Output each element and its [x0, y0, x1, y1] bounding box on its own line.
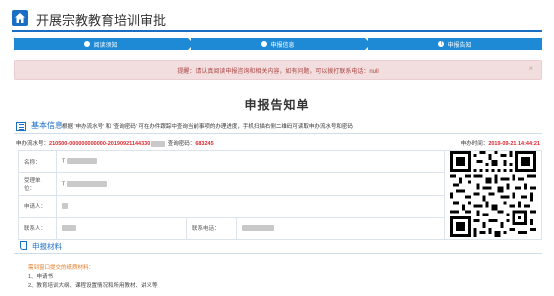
application-info-table: 名称： T 受理单位： T 申请人： 联系人： 联系电话：	[18, 149, 542, 241]
redacted-block	[151, 140, 166, 147]
step-label: 申报信息	[270, 42, 295, 49]
redacted-block	[62, 202, 68, 209]
phone-value	[236, 216, 445, 241]
home-icon[interactable]	[12, 10, 28, 26]
document-icon	[20, 241, 27, 250]
unit-value-text: T	[62, 181, 66, 188]
serial-info: 申办流水号：210500-000000000000-20190921144330…	[16, 139, 214, 147]
step-progress: 阅读须知 申报信息 ! 申报告知	[14, 38, 542, 50]
applicant-label: 申请人：	[18, 194, 57, 218]
materials-intro: 需到窗口提交的纸质材料：	[28, 265, 95, 271]
qr-code-cell	[444, 150, 542, 240]
step-label: 阅读须知	[93, 42, 118, 49]
phone-label: 联系电话：	[186, 216, 237, 241]
basic-info-hint: 根据 '申办流水号' 和 '查询密码' 可在办件跟踪中查询当前事项的办理进度，手…	[62, 124, 353, 130]
page-title: 申报告知单	[244, 98, 310, 112]
application-meta: 申办流水号：210500-000000000000-20190921144330…	[14, 139, 542, 149]
name-value: T	[56, 149, 445, 174]
materials-list: 需到窗口提交的纸质材料： 1、申请书 2、教育培训大纲、课程设置情况和所用教材、…	[28, 264, 158, 291]
alert-text: 提醒：请认真阅读申报咨询和相关内容，如有问题，可以拨打联系电话：null	[177, 69, 379, 75]
serial-label: 申办流水号：	[16, 141, 50, 147]
name-value-text: T	[62, 158, 66, 165]
application-time: 2019-09-21 14:44:21	[488, 141, 540, 147]
redacted-block	[62, 225, 76, 232]
step-application-info[interactable]: 申报信息	[191, 38, 371, 50]
redacted-block	[242, 225, 274, 232]
contact-value	[56, 216, 187, 241]
table-row: 名称： T	[18, 149, 542, 240]
step-application-notice[interactable]: ! 申报告知	[368, 38, 542, 50]
time-info: 申办时间：2019-09-21 14:44:21	[461, 139, 540, 147]
redacted-block	[66, 158, 97, 165]
reminder-alert: 提醒：请认真阅读申报咨询和相关内容，如有问题，可以拨打联系电话：null ×	[14, 60, 542, 80]
qr-code-icon	[450, 151, 536, 237]
password-label: 查询密码：	[167, 141, 196, 147]
unit-value: T	[56, 172, 445, 196]
basic-info-label: 基本信息	[31, 121, 63, 130]
step-marker-icon	[261, 41, 268, 47]
close-icon[interactable]: ×	[528, 64, 533, 73]
list-icon	[16, 122, 26, 131]
step-read-notice[interactable]: 阅读须知	[14, 38, 194, 50]
basic-info-header: 基本信息 根据 '申办流水号' 和 '查询密码' 可在办件跟踪中查询当前事项的办…	[14, 120, 542, 134]
app-title: 开展宗教教育培训审批	[36, 13, 167, 28]
materials-label: 申报材料	[32, 242, 62, 251]
redacted-block	[66, 180, 107, 187]
step-label: 申报告知	[447, 42, 472, 49]
title-bar: 开展宗教教育培训审批	[12, 8, 542, 32]
list-item: 1、申请书	[28, 274, 54, 280]
serial-number: 210500-000000000000-20190921144330	[49, 141, 151, 147]
name-label: 名称：	[18, 149, 57, 174]
materials-header: 申报材料	[14, 238, 542, 254]
unit-label: 受理单位：	[18, 172, 57, 196]
step-marker-icon	[84, 41, 91, 47]
contact-label: 联系人：	[18, 216, 57, 241]
list-item: 2、教育培训大纲、课程设置情况和所用教材、讲义等	[28, 283, 158, 289]
exclamation-icon: !	[438, 41, 445, 47]
applicant-value	[56, 194, 445, 218]
query-password: 683245	[195, 141, 214, 147]
time-label: 申办时间：	[460, 141, 489, 147]
